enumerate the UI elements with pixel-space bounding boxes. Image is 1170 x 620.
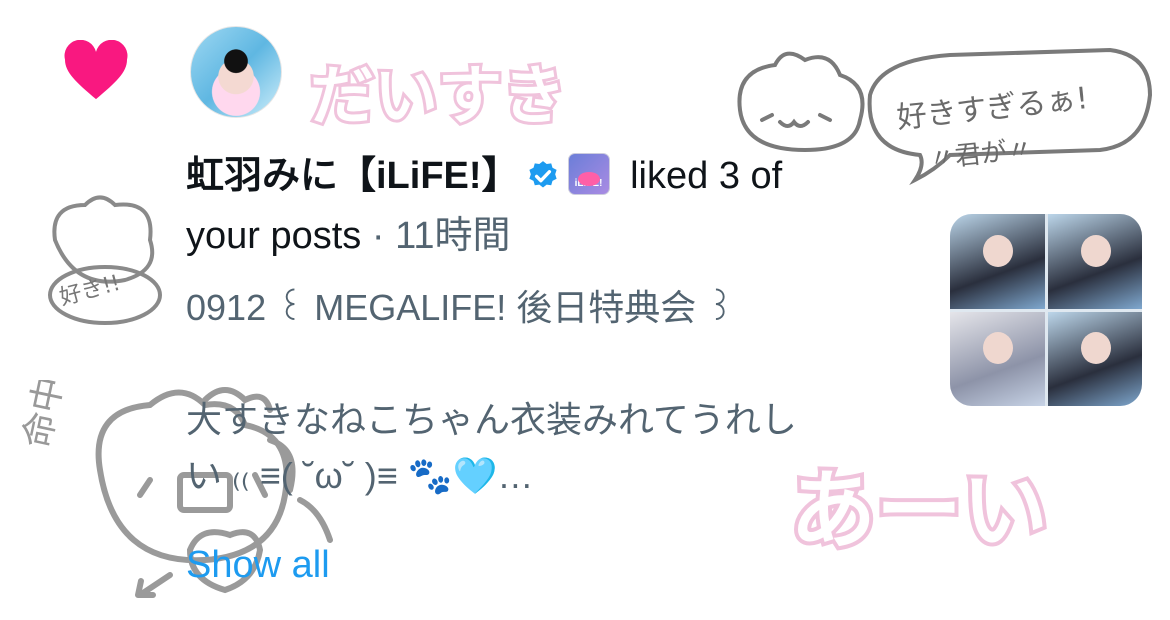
user-name-link[interactable]: 虹羽みに【iLiFE!】 xyxy=(186,155,520,197)
avatar[interactable] xyxy=(190,26,282,118)
daisuki-sticker: だいすき xyxy=(307,57,569,137)
suki-sticker-text: 好き!! xyxy=(57,271,123,311)
post-line-3: 大すきなねこちゃん衣装みれてうれし xyxy=(186,399,797,440)
notification-headline: 虹羽みに【iLiFE!】 iLiFE! liked 3 of xyxy=(186,152,866,200)
post-line-2 xyxy=(186,336,926,392)
bear-sticker-left: 好き!! xyxy=(48,195,162,325)
verified-badge-icon xyxy=(528,161,557,188)
notification-subline: your posts · 11時間 xyxy=(186,212,511,260)
post-thumbnail[interactable] xyxy=(950,214,1142,406)
thumbnail-photo-2 xyxy=(1047,214,1142,309)
thumbnail-photo-4 xyxy=(1047,311,1142,406)
separator: · xyxy=(361,215,396,257)
timestamp: 11時間 xyxy=(395,215,511,257)
post-preview: 0912 ꒰ MEGALIFE! 後日特典会 ꒱ 大すきなねこちゃん衣装みれてうれ… xyxy=(186,280,926,504)
heart-icon xyxy=(64,40,128,100)
show-all-link[interactable]: Show all xyxy=(186,540,330,590)
post-line-4: い ₍₍ ≡( ˘ω˘ )≡ 🐾🩵… xyxy=(186,455,534,496)
action-text-2: your posts xyxy=(186,215,362,257)
daisuki-sticker-text: だいすき xyxy=(310,60,566,134)
sukisugiru-sticker-text: 好きすぎるぁ! xyxy=(895,81,1090,136)
kimiga-sticker-text: 〃君が〃 xyxy=(928,134,1035,175)
meichuu-sticker-text: 命中 xyxy=(20,380,72,452)
affiliate-badge-icon[interactable]: iLiFE! xyxy=(567,153,610,195)
action-text: liked 3 of xyxy=(619,155,783,197)
thumbnail-photo-3 xyxy=(950,311,1045,406)
thumbnail-photo-1 xyxy=(950,214,1045,309)
post-line-1: 0912 ꒰ MEGALIFE! 後日特典会 ꒱ xyxy=(186,287,735,328)
